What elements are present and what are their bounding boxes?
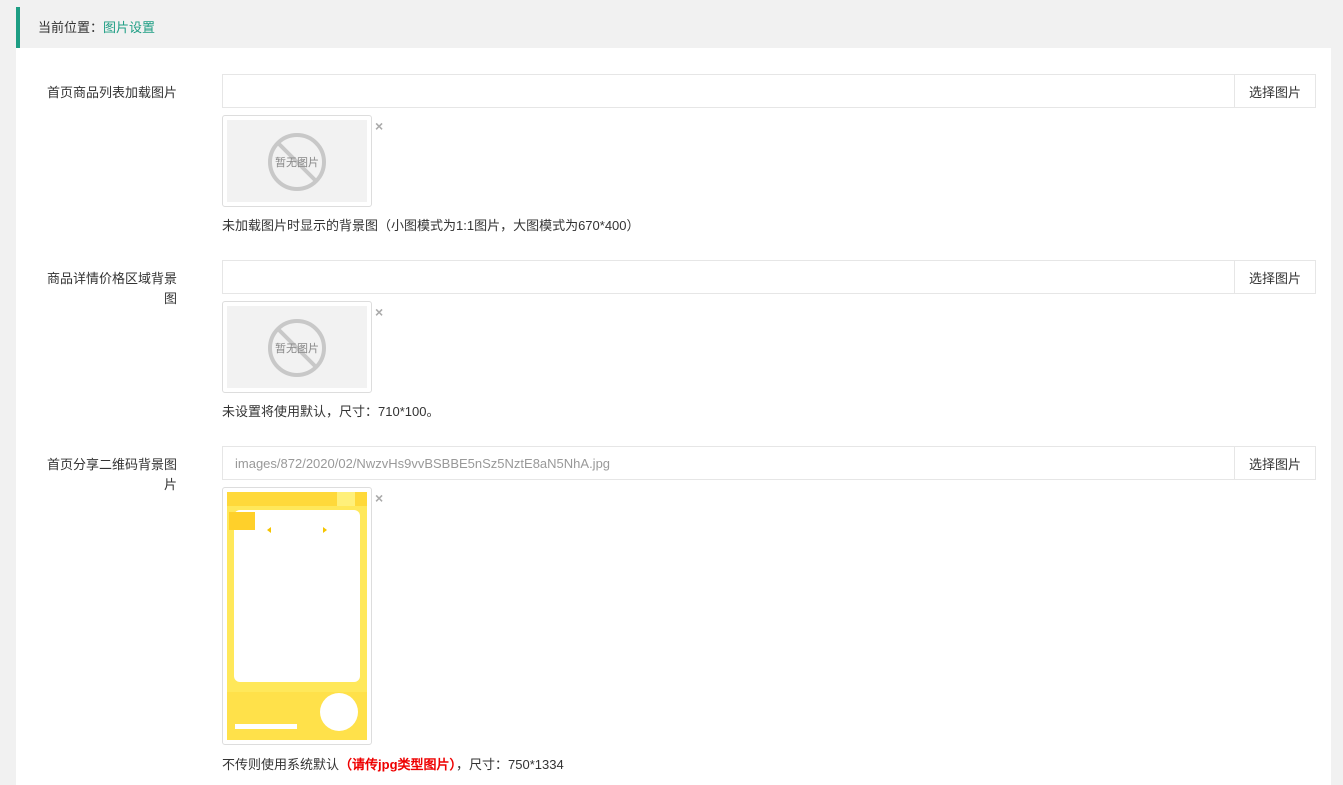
breadcrumb-prefix: 当前位置： [38,20,104,35]
poster-preview-image [227,492,367,740]
close-icon[interactable]: × [375,491,383,505]
help-text-warning: （请传jpg类型图片） [339,757,457,772]
image-preview: 暂无图片 [222,301,372,393]
field-label: 首页分享二维码背景图片 [46,457,177,492]
image-path-input-group: 选择图片 [222,446,1316,480]
select-image-button[interactable]: 选择图片 [1234,447,1315,479]
field-label: 商品详情价格区域背景图 [46,271,177,306]
breadcrumb-current[interactable]: 图片设置 [103,20,155,35]
close-icon[interactable]: × [375,119,383,133]
image-path-input-group: 选择图片 [222,260,1316,294]
image-path-input[interactable] [223,261,1235,293]
help-text-pre: 不传则使用系统默认 [222,757,340,772]
select-image-button[interactable]: 选择图片 [1234,261,1315,293]
image-preview: 暂无图片 [222,115,372,207]
no-image-text: 暂无图片 [275,343,319,355]
breadcrumb: 当前位置：图片设置 [16,7,1331,48]
settings-panel: 首页商品列表加载图片 选择图片 暂无图片 × 未加载图片时显示的背景图（小图模式… [16,48,1331,785]
help-text: 未加载图片时显示的背景图（小图模式为1:1图片，大图模式为670*400） [222,218,640,233]
field-label: 首页商品列表加载图片 [46,85,177,100]
no-image-text: 暂无图片 [275,157,319,169]
help-text: 未设置将使用默认，尺寸：710*100。 [222,404,440,419]
help-text: 不传则使用系统默认（请传jpg类型图片），尺寸：750*1334 [222,756,564,774]
image-path-input-group: 选择图片 [222,74,1316,108]
image-path-input[interactable] [223,75,1235,107]
close-icon[interactable]: × [375,305,383,319]
image-preview [222,487,372,745]
help-text-post: ，尺寸：750*1334 [456,757,564,772]
select-image-button[interactable]: 选择图片 [1234,75,1315,107]
image-path-input[interactable] [223,447,1235,479]
